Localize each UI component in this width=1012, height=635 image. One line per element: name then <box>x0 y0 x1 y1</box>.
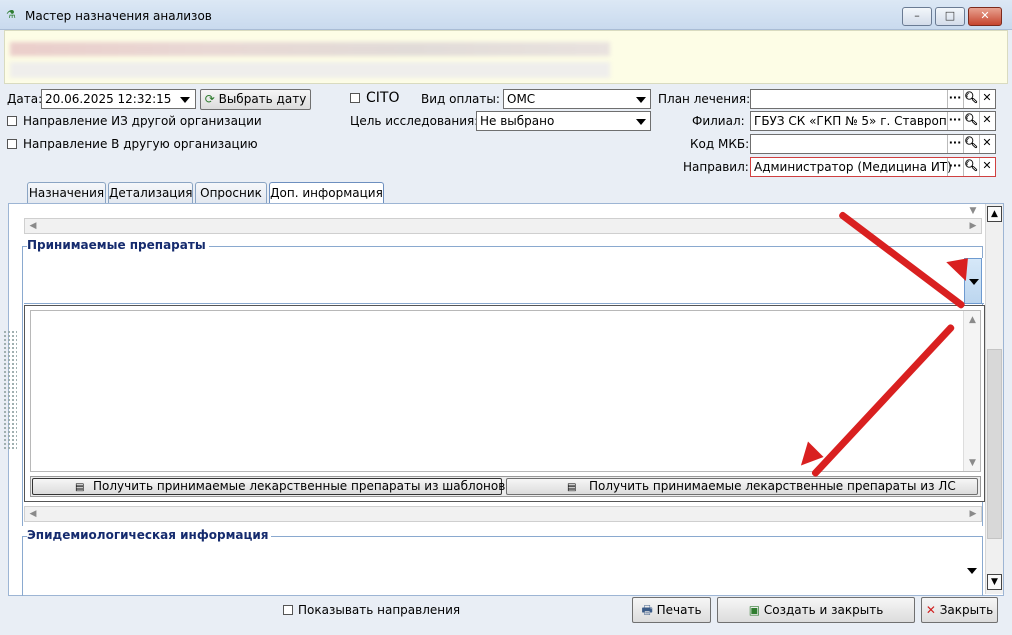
mkb-label: Код МКБ: <box>690 137 750 151</box>
create-and-close-label: Создать и закрыть <box>763 603 884 617</box>
branch-field[interactable]: ГБУЗ СК «ГКП № 5» г. Ставрополя ··· 🔍︎ ✕ <box>750 111 996 131</box>
epi-section-title: Эпидемиологическая информация <box>27 528 272 542</box>
scroll-down-icon[interactable]: ▼ <box>987 574 1002 590</box>
from-ls-button[interactable]: ▤ Получить принимаемые лекарственные пре… <box>506 478 978 495</box>
scroll-left-icon[interactable]: ◀ <box>27 219 39 233</box>
redacted-patient-info <box>10 42 610 56</box>
branch-label: Филиал: <box>692 114 745 128</box>
cito-label: CITO <box>366 90 400 106</box>
purpose-value: Не выбрано <box>480 114 555 128</box>
scroll-up-icon[interactable]: ▲ <box>965 313 980 327</box>
list-vertical-scrollbar[interactable]: ▲ ▼ <box>963 311 980 471</box>
epi-combo[interactable] <box>24 548 982 594</box>
close-icon: ✕ <box>925 603 936 617</box>
redacted-patient-info-2 <box>10 62 610 78</box>
chevron-down-icon[interactable] <box>636 97 646 103</box>
sent-by-value: Администратор (Медицина ИТ) <box>754 160 952 174</box>
scroll-down-icon[interactable]: ▼ <box>965 456 980 470</box>
ellipsis-button[interactable]: ··· <box>947 112 962 130</box>
from-templates-label: Получить принимаемые лекарственные препа… <box>93 479 506 493</box>
pick-date-button[interactable]: ⟳ Выбрать дату <box>200 89 311 110</box>
sent-by-field[interactable]: Администратор (Медицина ИТ) ··· 🔍︎ ✕ <box>750 157 996 177</box>
save-icon: ▣ <box>748 603 761 617</box>
tab-additional-info[interactable]: Доп. информация <box>269 182 384 205</box>
clear-icon[interactable]: ✕ <box>979 135 994 153</box>
ellipsis-button[interactable]: ··· <box>947 90 962 108</box>
minimize-button[interactable]: – <box>902 7 932 26</box>
from-other-org-label: Направление ИЗ другой организации <box>23 114 262 128</box>
drugs-section-title: Принимаемые препараты <box>27 238 209 252</box>
tab-details[interactable]: Детализация <box>108 182 193 204</box>
search-icon[interactable]: 🔍︎ <box>963 135 978 153</box>
pick-date-label: Выбрать дату <box>218 92 307 106</box>
printer-icon: 🖶 <box>641 603 653 617</box>
create-and-close-button[interactable]: ▣ Создать и закрыть <box>717 597 915 623</box>
annotation-arrowhead-1 <box>946 258 972 284</box>
window-title: Мастер назначения анализов <box>25 9 212 23</box>
chevron-down-icon[interactable] <box>967 568 977 574</box>
from-ls-label: Получить принимаемые лекарственные препа… <box>589 479 956 493</box>
clear-icon[interactable]: ✕ <box>979 90 994 108</box>
search-icon[interactable]: 🔍︎ <box>963 158 978 176</box>
clear-icon[interactable]: ✕ <box>979 158 994 176</box>
payment-label: Вид оплаты: <box>421 92 500 106</box>
branch-value: ГБУЗ СК «ГКП № 5» г. Ставрополя <box>754 114 946 128</box>
splitter-handle[interactable] <box>3 330 17 450</box>
close-label: Закрыть <box>939 603 994 617</box>
vertical-scrollbar[interactable]: ▲ ▼ <box>985 204 1003 594</box>
print-button[interactable]: 🖶 Печать <box>632 597 711 623</box>
document-icon: ▤ <box>567 482 577 493</box>
ellipsis-button[interactable]: ··· <box>947 135 962 153</box>
date-field[interactable]: 20.06.2025 12:32:15 <box>41 89 196 109</box>
cito-checkbox[interactable] <box>350 93 360 103</box>
maximize-button[interactable]: □ <box>935 7 965 26</box>
scroll-down-icon[interactable]: ▼ <box>966 204 980 218</box>
scroll-thumb[interactable] <box>987 349 1002 539</box>
flask-icon: ⚗ <box>6 8 16 21</box>
purpose-label: Цель исследования: <box>350 114 479 128</box>
search-icon[interactable]: 🔍︎ <box>963 112 978 130</box>
chevron-down-icon[interactable] <box>180 97 190 103</box>
tab-questionnaire[interactable]: Опросник <box>195 182 267 204</box>
purpose-select[interactable]: Не выбрано <box>476 111 651 131</box>
to-other-org-checkbox[interactable] <box>7 139 17 149</box>
horizontal-scrollbar[interactable]: ◀ ▶ <box>24 506 982 522</box>
refresh-icon: ⟳ <box>204 92 215 106</box>
chevron-down-icon[interactable] <box>636 119 646 125</box>
document-icon: ▤ <box>75 482 85 493</box>
close-window-button[interactable]: ✕ <box>968 7 1002 26</box>
plan-label: План лечения: <box>658 92 751 106</box>
scroll-left-icon[interactable]: ◀ <box>27 507 39 521</box>
horizontal-scrollbar[interactable]: ◀ ▶ <box>24 218 982 234</box>
show-directions-label: Показывать направления <box>298 603 461 617</box>
clear-icon[interactable]: ✕ <box>979 112 994 130</box>
drugs-combo[interactable] <box>24 258 984 304</box>
scroll-right-icon[interactable]: ▶ <box>967 507 979 521</box>
payment-value: ОМС <box>507 92 536 106</box>
close-button[interactable]: ✕ Закрыть <box>921 597 998 623</box>
search-icon[interactable]: 🔍︎ <box>963 90 978 108</box>
payment-select[interactable]: ОМС <box>503 89 651 109</box>
from-other-org-checkbox[interactable] <box>7 116 17 126</box>
date-value: 20.06.2025 12:32:15 <box>45 92 172 106</box>
print-label: Печать <box>656 603 702 617</box>
mkb-field[interactable]: ··· 🔍︎ ✕ <box>750 134 996 154</box>
to-other-org-label: Направление В другую организацию <box>23 137 258 151</box>
tab-assignments[interactable]: Назначения <box>27 182 106 204</box>
from-templates-button[interactable]: ▤ Получить принимаемые лекарственные пре… <box>32 478 506 495</box>
ellipsis-button[interactable]: ··· <box>947 158 962 176</box>
scroll-right-icon[interactable]: ▶ <box>967 219 979 233</box>
scroll-up-icon[interactable]: ▲ <box>987 206 1002 222</box>
date-label: Дата: <box>7 92 43 106</box>
sent-by-label: Направил: <box>683 160 749 174</box>
show-directions-checkbox[interactable] <box>283 605 293 615</box>
plan-field[interactable]: ··· 🔍︎ ✕ <box>750 89 996 109</box>
